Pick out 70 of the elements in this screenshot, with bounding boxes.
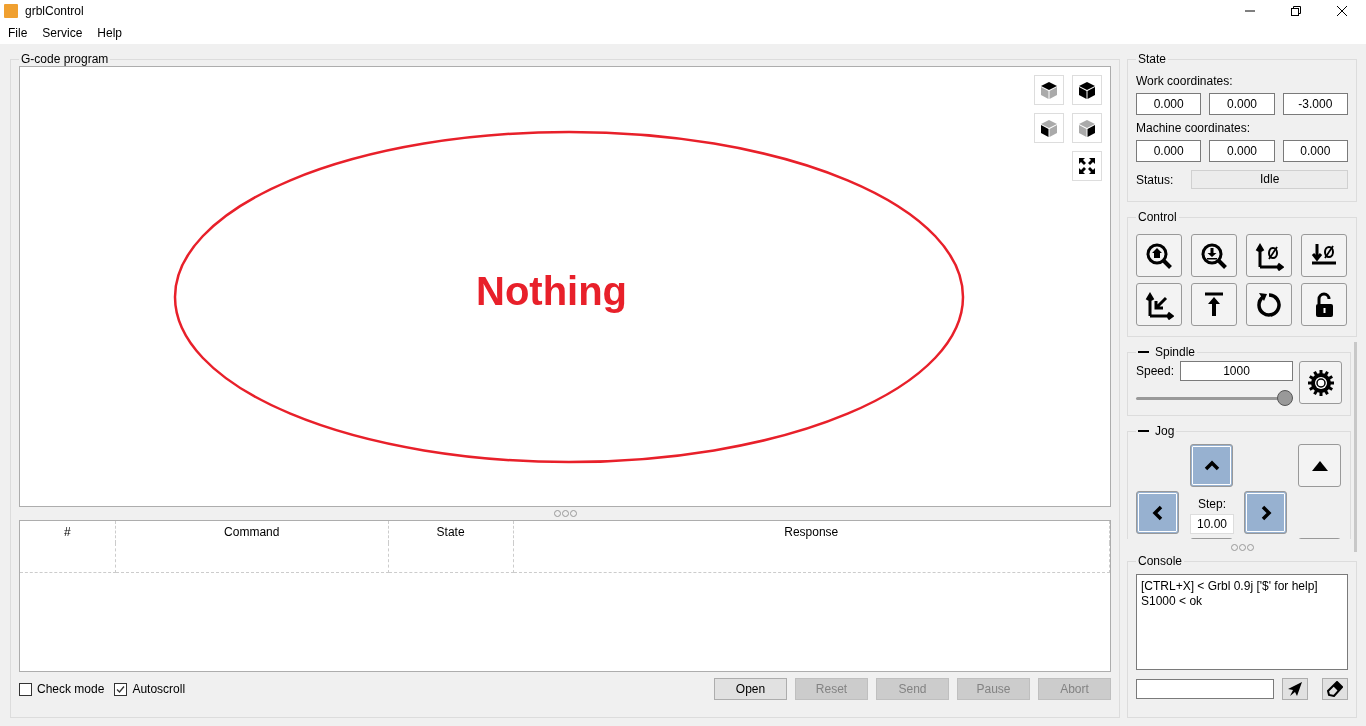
- clear-button[interactable]: [1322, 678, 1348, 700]
- speed-slider[interactable]: [1136, 389, 1293, 407]
- view-cube-button[interactable]: [1072, 113, 1102, 143]
- group-title: Control: [1137, 210, 1178, 224]
- cube-icon: [1077, 80, 1097, 100]
- spindle-button[interactable]: [1299, 361, 1342, 404]
- column-header[interactable]: Command: [115, 521, 389, 543]
- group-title: State: [1137, 52, 1168, 66]
- field-label: Work coordinates:: [1136, 74, 1234, 88]
- app-logo-icon: [4, 4, 18, 18]
- column-header[interactable]: #: [20, 521, 116, 543]
- console-line: S1000 < ok: [1141, 594, 1204, 609]
- cube-icon: [1039, 118, 1059, 138]
- group-title: Console: [1137, 554, 1184, 568]
- group-title: G-code program: [20, 52, 110, 66]
- coordinate-field: 0.000: [1136, 93, 1202, 115]
- command-field[interactable]: [1136, 679, 1274, 699]
- column-header[interactable]: Response: [513, 521, 1110, 543]
- viewport-message: Nothing: [476, 269, 628, 314]
- jog-left-button[interactable]: [1136, 491, 1179, 534]
- check-icon: [115, 683, 127, 695]
- coordinate-field: 0.000: [1209, 140, 1275, 162]
- field-label: Status:: [1136, 172, 1174, 187]
- safe-position-button[interactable]: [1191, 283, 1237, 326]
- coordinate-field: 0.000: [1282, 140, 1348, 162]
- probe-search-button[interactable]: [1191, 234, 1237, 277]
- field-label: Speed:: [1136, 364, 1175, 378]
- field-label: Machine coordinates:: [1136, 121, 1252, 135]
- view-cube-button[interactable]: [1034, 113, 1064, 143]
- coordinate-field: -3.000: [1282, 93, 1348, 115]
- eraser-icon: [1327, 681, 1343, 697]
- unlock-button[interactable]: [1301, 283, 1347, 326]
- group-title[interactable]: Spindle: [1136, 345, 1198, 359]
- checkbox[interactable]: Autoscroll: [114, 682, 186, 696]
- program-button[interactable]: Open: [714, 678, 787, 700]
- send-button[interactable]: [1282, 678, 1308, 700]
- group-title[interactable]: Jog: [1136, 425, 1177, 438]
- paper-plane-icon: [1287, 681, 1303, 697]
- console-line: [CTRL+X] < Grbl 0.9j ['$' for help]: [1141, 579, 1319, 594]
- window-title: grblControl: [25, 4, 84, 18]
- triangle-up-icon: [1310, 459, 1329, 472]
- coordinate-field: 0.000: [1136, 140, 1202, 162]
- jog-up-button[interactable]: [1190, 444, 1233, 487]
- zero-z-button[interactable]: [1301, 234, 1347, 277]
- gear-icon: [1306, 368, 1335, 397]
- column-header[interactable]: State: [388, 521, 514, 543]
- restore-icon[interactable]: [1290, 5, 1302, 17]
- expand-icon: [1077, 156, 1097, 176]
- cube-icon: [1039, 80, 1059, 100]
- status-indicator: Idle: [1191, 170, 1348, 189]
- viewport-3d[interactable]: Nothing: [19, 66, 1111, 507]
- checkbox[interactable]: Check mode: [19, 682, 105, 696]
- jog-right-button[interactable]: [1244, 491, 1287, 534]
- zero-xy-button[interactable]: [1246, 234, 1292, 277]
- field-label: Step:: [1198, 497, 1226, 511]
- return-origin-button[interactable]: [1136, 283, 1182, 326]
- close-icon[interactable]: [1336, 5, 1348, 17]
- z-up-button[interactable]: [1298, 444, 1341, 487]
- cube-icon: [1077, 118, 1097, 138]
- view-cube-button[interactable]: [1034, 75, 1064, 105]
- menu-item[interactable]: Service: [42, 26, 83, 40]
- reset-button[interactable]: [1246, 283, 1292, 326]
- menu-item[interactable]: Help: [97, 26, 123, 40]
- speed-field[interactable]: 1000: [1180, 361, 1293, 381]
- home-search-button[interactable]: [1136, 234, 1182, 277]
- step-field[interactable]: 10.00: [1190, 514, 1234, 534]
- menu-item[interactable]: File: [8, 26, 28, 40]
- coordinate-field: 0.000: [1209, 93, 1275, 115]
- view-cube-button[interactable]: [1072, 75, 1102, 105]
- fit-view-button[interactable]: [1072, 151, 1102, 181]
